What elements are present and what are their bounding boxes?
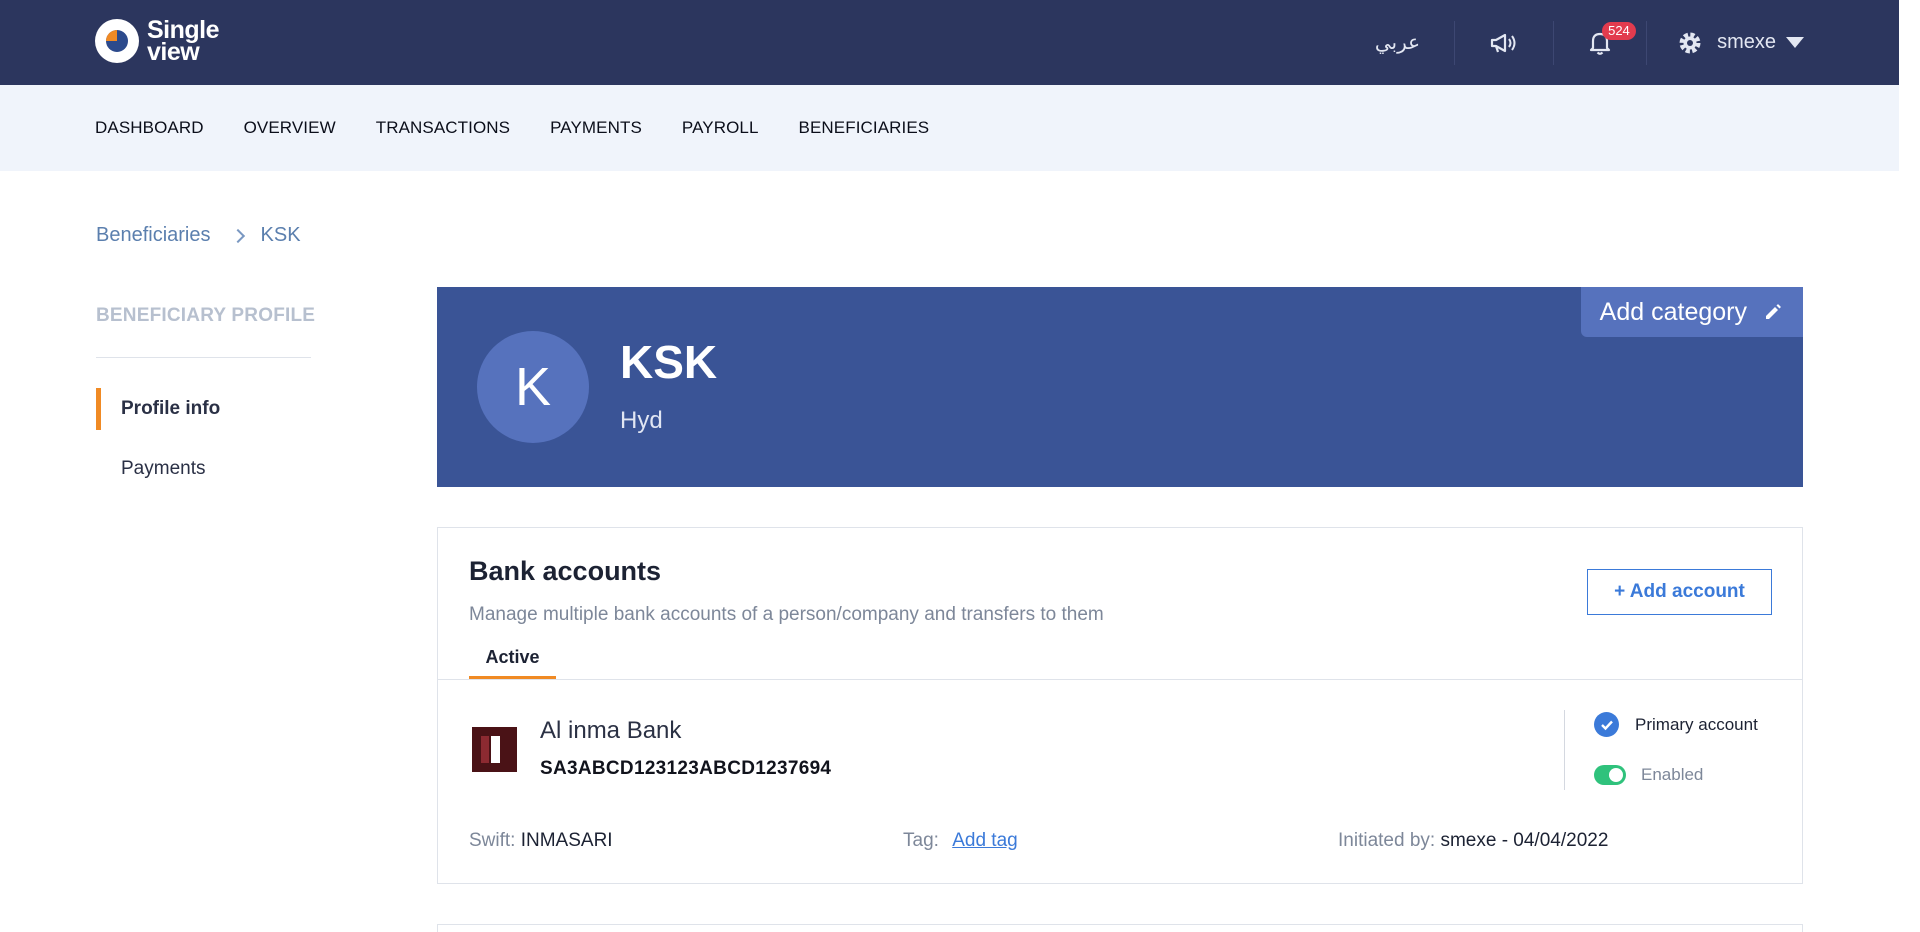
notifications-button[interactable]: 524: [1554, 20, 1648, 65]
sidebar-divider: [96, 357, 311, 358]
bank-iban: SA3ABCD123123ABCD1237694: [540, 758, 832, 779]
caret-down-icon: [1786, 37, 1804, 48]
chevron-right-icon: [230, 228, 245, 243]
enabled-toggle[interactable]: [1594, 765, 1626, 785]
pencil-icon: [1766, 304, 1781, 319]
breadcrumb: Beneficiaries KSK: [96, 224, 301, 247]
sidebar-item-label: Profile info: [121, 398, 221, 419]
profile-location: Hyd: [620, 407, 663, 434]
megaphone-icon: [1490, 33, 1516, 52]
enabled-toggle-row: Enabled: [1594, 765, 1703, 785]
check-circle-icon: [1594, 712, 1619, 737]
bank-accounts-description: Manage multiple bank accounts of a perso…: [469, 604, 1104, 625]
language-switch[interactable]: عربي: [1341, 20, 1456, 65]
swift-value: INMASARI: [520, 830, 613, 851]
profile-name: KSK: [620, 336, 718, 388]
tab-active[interactable]: Active: [469, 647, 556, 679]
tag-info: Tag: Add tag: [903, 830, 1018, 852]
enabled-label: Enabled: [1641, 765, 1704, 784]
add-category-button[interactable]: Add category: [1580, 287, 1803, 337]
logo-mark-icon: [95, 19, 139, 63]
primary-account-indicator: Primary account: [1594, 712, 1758, 737]
top-header-bar: Single view عربي 524 smexe: [0, 0, 1899, 85]
profile-header-card: K KSK Hyd Add category: [437, 287, 1803, 487]
bank-accounts-card: Bank accounts Manage multiple bank accou…: [437, 527, 1803, 884]
sidebar-item-payments[interactable]: Payments: [96, 448, 205, 490]
swift-label: Swift:: [469, 830, 516, 851]
topbar-actions: عربي 524 smexe: [1341, 0, 1899, 85]
main-navigation: DASHBOARD OVERVIEW TRANSACTIONS PAYMENTS…: [0, 85, 1899, 171]
add-account-button[interactable]: + Add account: [1587, 569, 1772, 615]
tab-divider: [438, 679, 1802, 680]
sidebar-item-profile-info[interactable]: Profile info: [96, 388, 220, 430]
nav-payroll[interactable]: PAYROLL: [682, 118, 759, 138]
logo-text: Single view: [147, 18, 220, 66]
nav-beneficiaries[interactable]: BENEFICIARIES: [799, 118, 930, 138]
logo-text-line2: view: [147, 38, 200, 66]
user-menu[interactable]: smexe: [1647, 21, 1899, 65]
language-label: عربي: [1374, 32, 1421, 54]
app-logo[interactable]: Single view: [95, 18, 220, 66]
bank-logo: [472, 727, 517, 772]
swift-info: Swift: INMASARI: [469, 830, 613, 852]
initiated-label: Initiated by:: [1338, 830, 1436, 851]
gear-icon: [1679, 32, 1701, 53]
announcements-button[interactable]: [1455, 20, 1555, 65]
initiated-value: smexe - 04/04/2022: [1440, 830, 1609, 851]
notifications-count-badge: 524: [1602, 21, 1636, 40]
breadcrumb-current: KSK: [260, 224, 301, 246]
primary-account-label: Primary account: [1635, 714, 1758, 734]
avatar: K: [477, 331, 589, 443]
bank-name: Al inma Bank: [540, 717, 682, 744]
user-name: smexe: [1717, 31, 1776, 53]
breadcrumb-beneficiaries-link[interactable]: Beneficiaries: [96, 224, 211, 247]
account-status-divider: [1564, 710, 1565, 790]
add-tag-link[interactable]: Add tag: [952, 830, 1018, 851]
tag-label: Tag:: [903, 830, 939, 851]
sidebar-title: BENEFICIARY PROFILE: [96, 305, 316, 326]
bank-accounts-title: Bank accounts: [469, 556, 662, 586]
initiated-info: Initiated by: smexe - 04/04/2022: [1338, 830, 1608, 852]
nav-overview[interactable]: OVERVIEW: [244, 118, 336, 138]
nav-payments[interactable]: PAYMENTS: [550, 118, 642, 138]
nav-transactions[interactable]: TRANSACTIONS: [376, 118, 510, 138]
nav-dashboard[interactable]: DASHBOARD: [95, 118, 204, 138]
next-section-card: [437, 924, 1803, 932]
scrollbar-track[interactable]: [1899, 0, 1920, 932]
sidebar-item-label: Payments: [121, 458, 206, 479]
add-category-label: Add category: [1599, 297, 1747, 326]
